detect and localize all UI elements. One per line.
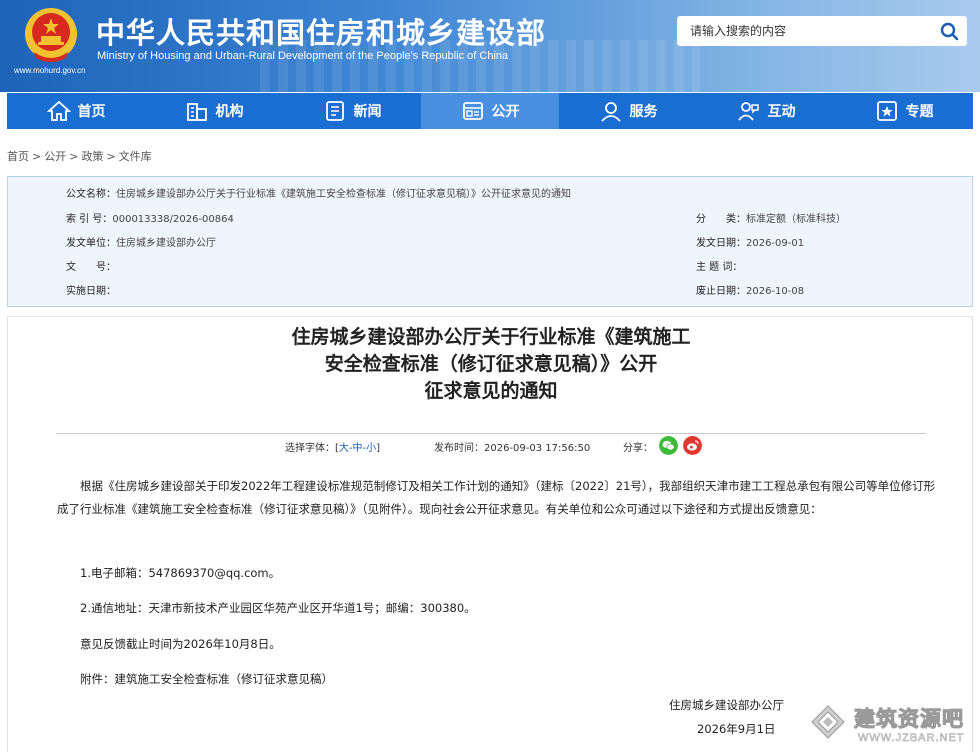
news-icon: [325, 101, 344, 121]
article-paragraph: 根据《住房城乡建设部关于印发2022年工程建设标准规范制修订及相关工作计划的通知…: [57, 479, 936, 516]
site-url: www.mohurd.gov.cn: [14, 66, 86, 75]
site-subtitle: Ministry of Housing and Urban-Rural Deve…: [97, 50, 509, 62]
meta-doc-no: 文 号：: [66, 262, 116, 273]
watermark-text: 建筑资源吧: [854, 707, 964, 732]
site-header: www.mohurd.gov.cn 中华人民共和国住房和城乡建设部 Minist…: [0, 0, 980, 92]
watermark-logo-icon: [811, 705, 845, 739]
font-small-link[interactable]: 小: [366, 443, 376, 454]
font-medium-link[interactable]: 中: [353, 443, 363, 454]
nav-label: 机构: [215, 104, 244, 120]
nav-item-service[interactable]: 服务: [559, 93, 697, 129]
article-paragraph: 意见反馈截止时间为2026年10月8日。: [80, 637, 281, 651]
building-icon: [186, 103, 207, 121]
national-emblem-icon: [25, 8, 77, 62]
meta-category: 分 类：标准定额（标准科技）: [696, 214, 846, 225]
main-nav: 首页 机构 新闻 公开 服务 互动 专题: [7, 93, 973, 129]
nav-label: 新闻: [353, 104, 382, 120]
meta-issue-date: 发文日期：2026-09-01: [696, 238, 805, 249]
article-title-line: 安全检查标准（修订征求意见稿）》公开: [324, 353, 658, 375]
meta-subject: 主 题 词：: [696, 262, 743, 273]
nav-label: 首页: [77, 104, 106, 120]
site-title: 中华人民共和国住房和城乡建设部: [96, 16, 547, 50]
publish-time: 发布时间：2026-09-03 17:56:50: [434, 443, 591, 454]
search-input[interactable]: [677, 16, 927, 46]
service-icon: [600, 102, 621, 122]
breadcrumb-disclosure[interactable]: 公开: [44, 150, 66, 163]
article-paragraph: 2.通信地址：天津市新技术产业园区华苑产业区开华道1号；邮编：300380。: [80, 601, 476, 615]
meta-doc-name: 公文名称：住房城乡建设部办公厅关于行业标准《建筑施工安全检查标准（修订征求意见稿…: [66, 189, 571, 200]
nav-item-interaction[interactable]: 互动: [697, 93, 835, 129]
nav-label: 服务: [629, 104, 658, 120]
nav-item-disclosure[interactable]: 公开: [421, 93, 559, 129]
font-large-link[interactable]: 大: [339, 443, 349, 454]
nav-label: 专题: [905, 104, 934, 120]
article-title: 住房城乡建设部办公厅关于行业标准《建筑施工 安全检查标准（修订征求意见稿）》公开…: [8, 324, 974, 405]
meta-expiry-date: 废止日期：2026-10-08: [696, 286, 805, 297]
watermark-url: WWW.JZBAR.NET: [858, 732, 965, 745]
nav-item-news[interactable]: 新闻: [283, 93, 421, 129]
document-meta-box: 公文名称：住房城乡建设部办公厅关于行业标准《建筑施工安全检查标准（修订征求意见稿…: [7, 176, 973, 307]
share-label: 分享：: [623, 443, 653, 454]
nav-item-topic[interactable]: 专题: [835, 93, 973, 129]
signature: 住房城乡建设部办公厅: [669, 698, 784, 712]
article-title-line: 征求意见的通知: [424, 380, 558, 402]
breadcrumb-home[interactable]: 首页: [7, 150, 29, 163]
share-area: 分享：: [623, 436, 702, 455]
disclosure-icon: [462, 102, 483, 120]
breadcrumb: 首页 > 公开 > 政策 > 文件库: [7, 150, 152, 163]
interaction-icon: [737, 102, 759, 121]
nav-label: 公开: [491, 104, 520, 120]
breadcrumb-library[interactable]: 文件库: [119, 150, 152, 163]
article-title-line: 住房城乡建设部办公厅关于行业标准《建筑施工: [291, 326, 691, 348]
wechat-icon[interactable]: [659, 436, 678, 455]
watermark: 建筑资源吧 WWW.JZBAR.NET: [804, 700, 980, 752]
breadcrumb-policy[interactable]: 政策: [81, 150, 103, 163]
nav-item-home[interactable]: 首页: [7, 93, 145, 129]
article: 住房城乡建设部办公厅关于行业标准《建筑施工 安全检查标准（修订征求意见稿）》公开…: [7, 316, 973, 752]
nav-label: 互动: [767, 104, 796, 120]
search-box: [677, 16, 967, 46]
article-paragraph: 1.电子邮箱：547869370@qq.com。: [80, 566, 281, 580]
topic-icon: [876, 101, 897, 121]
sign-date: 2026年9月1日: [697, 722, 776, 736]
nav-item-organization[interactable]: 机构: [145, 93, 283, 129]
home-icon: [46, 100, 71, 121]
article-paragraph: 附件：建筑施工安全检查标准（修订征求意见稿）: [80, 672, 333, 686]
meta-issuer: 发文单位：住房城乡建设部办公厅: [66, 238, 216, 249]
meta-index: 索 引 号：000013338/2026-00864: [66, 214, 234, 225]
search-icon[interactable]: [939, 21, 961, 41]
font-size-selector: 选择字体：[大-中-小]: [285, 443, 381, 454]
weibo-icon[interactable]: [683, 436, 702, 455]
title-divider: [56, 433, 926, 434]
meta-effective-date: 实施日期：: [66, 286, 116, 297]
